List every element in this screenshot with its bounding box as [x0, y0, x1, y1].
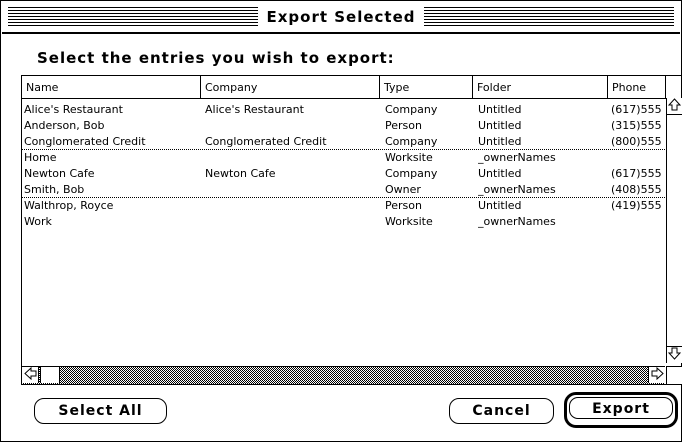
column-header-phone[interactable]: Phone	[608, 76, 666, 98]
arrow-left-icon	[23, 366, 36, 381]
horizontal-scrollbar[interactable]	[22, 366, 665, 384]
table-row[interactable]: Walthrop, Royce Person Untitled (419)555	[22, 198, 665, 214]
cell-company: Conglomerated Credit	[205, 135, 327, 148]
cell-name: Home	[24, 151, 57, 164]
cell-folder: Untitled	[478, 119, 522, 132]
table-row[interactable]: Smith, Bob Owner _ownerNames (408)555	[22, 182, 665, 198]
dialog-title: Export Selected	[260, 8, 422, 26]
table-row[interactable]: Conglomerated Credit Conglomerated Credi…	[22, 134, 665, 150]
cell-name: Conglomerated Credit	[24, 135, 146, 148]
entries-list[interactable]: Name Company Type Folder Phone Alice's R…	[21, 75, 682, 385]
scroll-down-arrow[interactable]	[667, 346, 682, 363]
cell-type: Person	[385, 119, 422, 132]
table-row[interactable]: Newton Cafe Newton Cafe Company Untitled…	[22, 166, 665, 182]
cell-company: Alice's Restaurant	[205, 103, 304, 116]
cell-name: Alice's Restaurant	[24, 103, 123, 116]
table-row[interactable]: Anderson, Bob Person Untitled (315)555	[22, 118, 665, 134]
cell-folder: _ownerNames	[478, 151, 556, 164]
scroll-right-arrow[interactable]	[648, 366, 665, 383]
arrow-up-icon	[667, 98, 682, 111]
cell-phone: (800)555	[611, 135, 662, 148]
table-body: Alice's Restaurant Alice's Restaurant Co…	[22, 102, 665, 230]
horizontal-scroll-thumb[interactable]	[40, 367, 60, 383]
cell-folder: Untitled	[478, 167, 522, 180]
table-row[interactable]: Home Worksite _ownerNames	[22, 150, 665, 166]
cell-name: Newton Cafe	[24, 167, 95, 180]
cell-folder: Untitled	[478, 135, 522, 148]
export-dialog: Export Selected Select the entries you w…	[0, 0, 682, 442]
cell-type: Worksite	[385, 151, 433, 164]
cell-name: Work	[24, 215, 52, 228]
cell-name: Walthrop, Royce	[24, 199, 114, 212]
cancel-button[interactable]: Cancel	[449, 398, 554, 424]
column-header-name[interactable]: Name	[22, 76, 201, 98]
scroll-up-arrow[interactable]	[667, 98, 682, 115]
table-row[interactable]: Alice's Restaurant Alice's Restaurant Co…	[22, 102, 665, 118]
title-bar[interactable]: Export Selected	[2, 2, 680, 34]
cell-type: Worksite	[385, 215, 433, 228]
cell-type: Company	[385, 103, 438, 116]
column-header-company[interactable]: Company	[201, 76, 380, 98]
arrow-right-icon	[651, 366, 664, 381]
cell-company: Newton Cafe	[205, 167, 276, 180]
cell-phone: (315)555	[611, 119, 662, 132]
cell-name: Anderson, Bob	[24, 119, 105, 132]
cell-folder: _ownerNames	[478, 183, 556, 196]
cell-folder: Untitled	[478, 199, 522, 212]
scroll-left-arrow[interactable]	[22, 366, 39, 383]
select-all-button[interactable]: Select All	[34, 398, 167, 424]
column-header-type[interactable]: Type	[380, 76, 473, 98]
cell-phone: (617)555	[611, 167, 662, 180]
cell-folder: _ownerNames	[478, 215, 556, 228]
cell-phone: (419)555	[611, 199, 662, 212]
cell-type: Person	[385, 199, 422, 212]
cell-phone: (617)555	[611, 103, 662, 116]
export-button[interactable]: Export	[564, 392, 678, 428]
table-row[interactable]: Work Worksite _ownerNames	[22, 214, 665, 230]
cell-type: Company	[385, 135, 438, 148]
cell-type: Owner	[385, 183, 421, 196]
cell-phone: (408)555	[611, 183, 662, 196]
cell-folder: Untitled	[478, 103, 522, 116]
cell-type: Company	[385, 167, 438, 180]
arrow-down-icon	[667, 347, 682, 360]
column-header-row: Name Company Type Folder Phone	[22, 76, 682, 99]
vertical-scrollbar[interactable]	[666, 98, 682, 363]
scrollbar-corner	[666, 366, 682, 384]
dialog-prompt: Select the entries you wish to export:	[37, 49, 395, 67]
column-header-folder[interactable]: Folder	[473, 76, 608, 98]
export-button-label: Export	[569, 397, 673, 419]
cell-name: Smith, Bob	[24, 183, 85, 196]
